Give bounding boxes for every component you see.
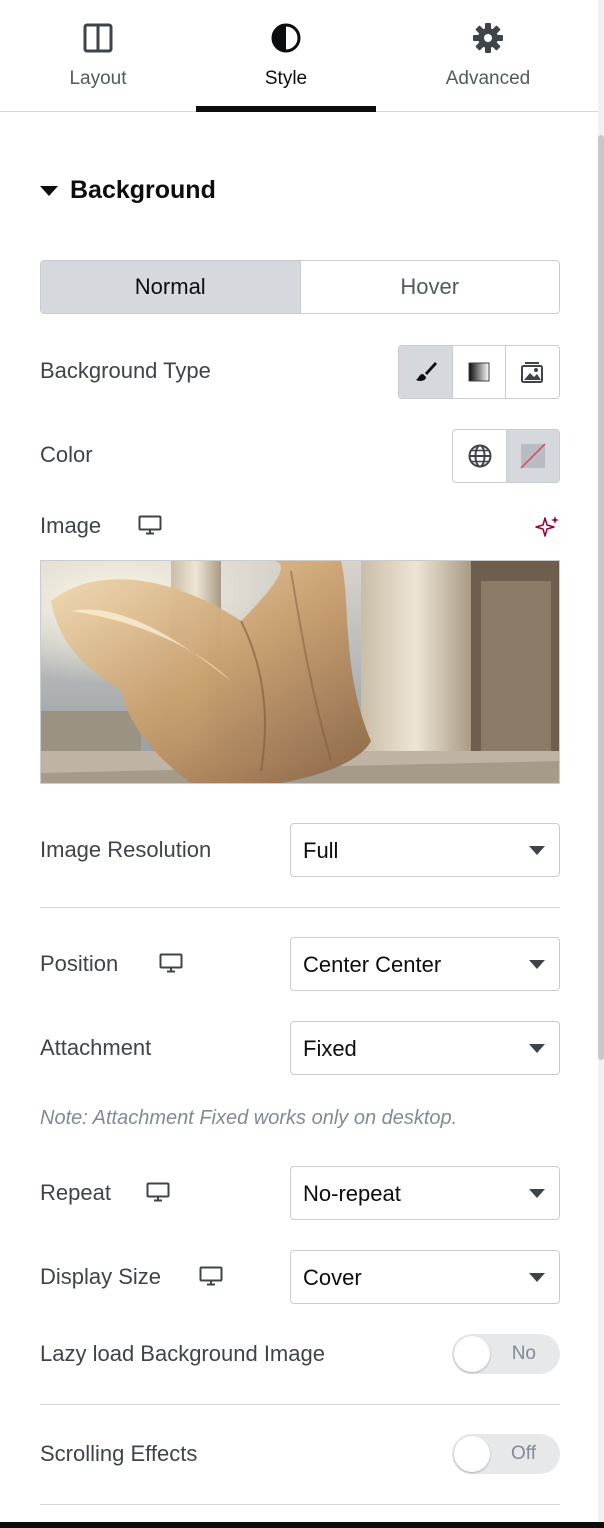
monitor-icon[interactable] bbox=[159, 953, 183, 973]
monitor-icon[interactable] bbox=[138, 515, 162, 535]
tab-style-label: Style bbox=[264, 68, 308, 89]
tab-advanced-label: Advanced bbox=[445, 68, 531, 89]
brush-icon bbox=[415, 362, 437, 381]
position-select[interactable]: Center Center bbox=[290, 937, 560, 991]
background-type-label: Background Type bbox=[40, 358, 211, 383]
divider bbox=[40, 1404, 560, 1405]
display-size-label: Display Size bbox=[40, 1264, 162, 1289]
state-switch: Normal Hover bbox=[40, 260, 560, 314]
color-control bbox=[452, 429, 560, 483]
global-colors-button[interactable] bbox=[453, 430, 506, 482]
repeat-select[interactable]: No-repeat bbox=[290, 1166, 560, 1220]
tab-layout[interactable]: Layout bbox=[8, 0, 188, 112]
slideshow-icon bbox=[521, 362, 543, 383]
section-background-toggle[interactable]: Background bbox=[40, 176, 216, 205]
repeat-value: No-repeat bbox=[303, 1181, 401, 1206]
tab-style[interactable]: Style bbox=[196, 0, 376, 112]
chevron-down-icon bbox=[529, 1044, 545, 1053]
position-label: Position bbox=[40, 951, 119, 976]
image-resolution-value: Full bbox=[303, 838, 339, 863]
half-circle-icon bbox=[271, 23, 301, 53]
monitor-icon[interactable] bbox=[199, 1266, 223, 1286]
background-type-gradient[interactable] bbox=[452, 346, 505, 398]
image-resolution-select[interactable]: Full bbox=[290, 823, 560, 877]
color-picker-swatch[interactable] bbox=[506, 430, 559, 482]
divider bbox=[40, 907, 560, 908]
scrolling-effects-toggle-value: Off bbox=[511, 1443, 536, 1464]
globe-icon bbox=[468, 444, 491, 468]
lazy-load-label: Lazy load Background Image bbox=[40, 1341, 325, 1366]
gear-icon bbox=[473, 23, 503, 53]
state-hover-button[interactable]: Hover bbox=[299, 261, 560, 313]
scrollbar-thumb[interactable] bbox=[598, 135, 604, 1060]
section-title: Background bbox=[70, 176, 216, 204]
caret-down-icon bbox=[40, 185, 58, 196]
attachment-label: Attachment bbox=[40, 1035, 152, 1060]
active-tab-indicator bbox=[196, 106, 376, 112]
no-color-swatch-icon bbox=[520, 443, 546, 469]
image-label: Image bbox=[40, 513, 102, 538]
color-label: Color bbox=[40, 442, 93, 467]
background-type-group bbox=[398, 345, 560, 399]
dress-columns-image bbox=[41, 561, 559, 783]
state-normal-button[interactable]: Normal bbox=[41, 261, 300, 313]
attachment-note: Note: Attachment Fixed works only on des… bbox=[40, 1107, 458, 1129]
tab-layout-label: Layout bbox=[69, 68, 127, 89]
gradient-icon bbox=[468, 362, 490, 382]
bottom-edge bbox=[0, 1522, 604, 1528]
repeat-label: Repeat bbox=[40, 1180, 111, 1205]
toggle-knob bbox=[454, 1336, 490, 1372]
scrolling-effects-toggle[interactable]: Off bbox=[452, 1434, 560, 1474]
background-image-preview[interactable] bbox=[40, 560, 560, 784]
background-type-classic[interactable] bbox=[399, 346, 452, 398]
chevron-down-icon bbox=[529, 1189, 545, 1198]
scrolling-effects-label: Scrolling Effects bbox=[40, 1441, 198, 1466]
divider bbox=[40, 1504, 560, 1505]
toggle-knob bbox=[454, 1436, 490, 1472]
chevron-down-icon bbox=[529, 846, 545, 855]
lazy-load-toggle-value: No bbox=[511, 1343, 536, 1364]
sparkle-icon[interactable] bbox=[535, 514, 561, 540]
tab-advanced[interactable]: Advanced bbox=[398, 0, 578, 112]
attachment-value: Fixed bbox=[303, 1036, 357, 1061]
chevron-down-icon bbox=[529, 1273, 545, 1282]
layout-icon bbox=[83, 23, 113, 53]
display-size-select[interactable]: Cover bbox=[290, 1250, 560, 1304]
panel-tabs: Layout Style Advanced bbox=[0, 0, 598, 112]
lazy-load-toggle[interactable]: No bbox=[452, 1334, 560, 1374]
attachment-select[interactable]: Fixed bbox=[290, 1021, 560, 1075]
background-type-slideshow[interactable] bbox=[505, 346, 558, 398]
chevron-down-icon bbox=[529, 960, 545, 969]
display-size-value: Cover bbox=[303, 1265, 362, 1290]
monitor-icon[interactable] bbox=[146, 1182, 170, 1202]
position-value: Center Center bbox=[303, 952, 442, 977]
image-resolution-label: Image Resolution bbox=[40, 837, 212, 862]
